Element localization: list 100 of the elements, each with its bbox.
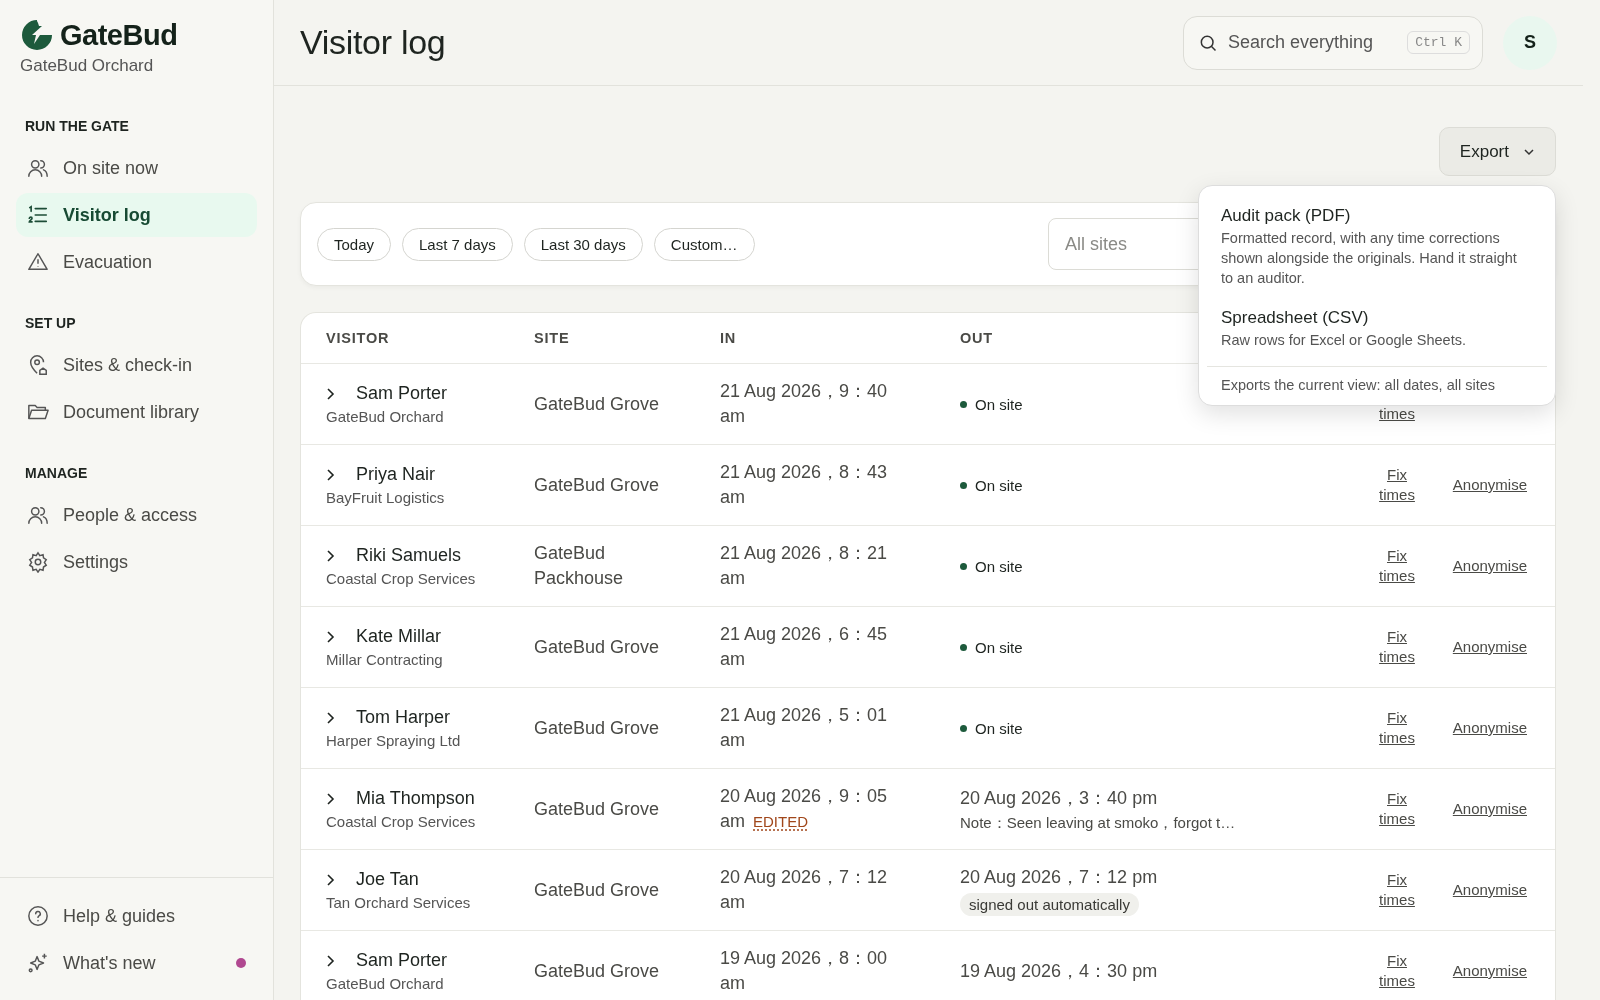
sidebar-item[interactable]: People & access	[16, 493, 257, 537]
export-scope-note: Exports the current view: all dates, all sites	[1220, 376, 1496, 395]
site-name: GateBud Grove	[534, 392, 661, 416]
site-name: GateBud Packhouse	[534, 542, 625, 590]
on-site-status: On site	[960, 719, 1023, 737]
anonymise-link[interactable]: Anonymise	[1452, 718, 1527, 738]
visitor-company: Tan Orchard Services	[326, 894, 472, 911]
sign-out-time: 20 Aug 2026，3：40 pm	[960, 786, 1159, 810]
sidebar-item[interactable]: Help & guides	[16, 894, 257, 938]
section-heading: SET UP	[24, 314, 77, 333]
anonymise-link[interactable]: Anonymise	[1452, 799, 1527, 819]
visitor-name: Joe Tan	[356, 869, 420, 890]
sign-in-time: 20 Aug 2026，7：12 am	[720, 866, 889, 914]
user-avatar[interactable]: S	[1503, 15, 1557, 70]
sign-in-time: 20 Aug 2026，9：05 am EDITED	[720, 785, 889, 833]
caret-icon	[1523, 147, 1535, 156]
sparkle-icon	[27, 952, 49, 974]
expand-chevron-icon[interactable]	[326, 710, 336, 725]
section-heading: MANAGE	[24, 464, 89, 483]
on-site-status: On site	[960, 638, 1023, 656]
visitor-name: Kate Millar	[356, 626, 443, 647]
fix-times-link[interactable]: Fix times	[1376, 546, 1418, 586]
on-site-status: On site	[960, 395, 1023, 413]
anonymise-link[interactable]: Anonymise	[1452, 556, 1527, 576]
visitor-company: Harper Spraying Ltd	[326, 732, 462, 749]
sign-in-time: 21 Aug 2026，9：40 am	[720, 380, 889, 428]
search-field[interactable]: Search everything Ctrl K	[1183, 15, 1483, 70]
expand-chevron-icon[interactable]	[326, 467, 336, 482]
column-header: VISITOR	[326, 330, 390, 346]
visitor-name: Mia Thompson	[356, 788, 476, 809]
expand-chevron-icon[interactable]	[326, 386, 336, 401]
export-button[interactable]: Export	[1438, 127, 1556, 176]
site-name: GateBud Grove	[534, 473, 661, 497]
expand-chevron-icon[interactable]	[326, 953, 336, 968]
fix-times-link[interactable]: Fix times	[1376, 708, 1418, 748]
on-site-status: On site	[960, 476, 1023, 494]
on-site-status: On site	[960, 557, 1023, 575]
date-range-chip[interactable]: Today	[317, 227, 392, 261]
sidebar-item[interactable]: Visitor log	[16, 193, 257, 237]
sidebar-item[interactable]: On site now	[16, 146, 257, 190]
expand-chevron-icon[interactable]	[326, 629, 336, 644]
settings-icon	[27, 551, 49, 573]
fix-times-link[interactable]: Fix times	[1376, 789, 1418, 829]
visitor-name: Priya Nair	[356, 464, 436, 485]
fix-times-link[interactable]: Fix times	[1376, 870, 1418, 910]
shortcut-hint: Ctrl K	[1407, 31, 1470, 54]
date-range-chip[interactable]: Last 30 days	[523, 227, 643, 261]
sign-in-time: 21 Aug 2026，6：45 am	[720, 623, 889, 671]
visitor-company: GateBud Orchard	[326, 408, 445, 425]
visitor-company: Millar Contracting	[326, 651, 444, 668]
sidebar-item[interactable]: Evacuation	[16, 240, 257, 284]
fix-times-link[interactable]: Fix times	[1376, 627, 1418, 667]
column-header: OUT	[960, 330, 993, 346]
visitor-name: Sam Porter	[356, 383, 449, 404]
organisation-name: GateBud Orchard	[20, 56, 154, 76]
fix-times-link[interactable]: Fix times	[1376, 951, 1418, 991]
sidebar-item[interactable]: Settings	[16, 540, 257, 584]
people-icon	[27, 157, 49, 179]
anonymise-link[interactable]: Anonymise	[1452, 637, 1527, 657]
visitor-company: GateBud Orchard	[326, 975, 445, 992]
expand-chevron-icon[interactable]	[326, 872, 336, 887]
sign-out-note: Note：Seen leaving at smoko，forgot t…	[960, 813, 1237, 833]
site-name: GateBud Grove	[534, 716, 661, 740]
page-title: Visitor log	[300, 23, 447, 62]
expand-chevron-icon[interactable]	[326, 548, 336, 563]
sidebar-item[interactable]: What's new	[16, 941, 257, 985]
help-icon	[27, 905, 49, 927]
anonymise-link[interactable]: Anonymise	[1452, 475, 1527, 495]
visitor-name: Sam Porter	[356, 950, 449, 971]
auto-sign-out-tag: signed out automatically	[960, 892, 1139, 916]
site-name: GateBud Grove	[534, 635, 661, 659]
logo-icon	[20, 18, 54, 52]
sign-out-time: 19 Aug 2026，4：30 pm	[960, 960, 1159, 983]
expand-chevron-icon[interactable]	[326, 791, 336, 806]
sidebar-item[interactable]: Document library	[16, 390, 257, 434]
anonymise-link[interactable]: Anonymise	[1452, 880, 1527, 900]
visitor-company: Coastal Crop Services	[326, 813, 477, 830]
sign-in-time: 21 Aug 2026，8：43 am	[720, 461, 889, 509]
export-option[interactable]: Spreadsheet (CSV) Raw rows for Excel or Google Sheets.	[1207, 298, 1547, 360]
visitor-company: Coastal Crop Services	[326, 570, 477, 587]
date-range-chip[interactable]: Last 7 days	[402, 227, 513, 261]
visitor-name: Riki Samuels	[356, 545, 463, 566]
sidebar-item[interactable]: Sites & check-in	[16, 343, 257, 387]
people-icon	[27, 504, 49, 526]
section-heading: RUN THE GATE	[24, 117, 130, 136]
brand-name: GateBud	[60, 18, 178, 52]
location-pin-icon	[27, 354, 49, 376]
fix-times-link[interactable]: Fix times	[1376, 465, 1418, 505]
fix-times-link[interactable]: times	[1376, 404, 1418, 424]
sign-in-time: 21 Aug 2026，8：21 am	[720, 542, 889, 590]
sign-in-time: 19 Aug 2026，8：00 am	[720, 947, 889, 995]
visitor-company: BayFruit Logistics	[326, 489, 446, 506]
anonymise-link[interactable]: Anonymise	[1452, 961, 1527, 981]
date-range-chip[interactable]: Custom…	[653, 227, 755, 261]
site-name: GateBud Grove	[534, 878, 661, 902]
visitor-name: Tom Harper	[356, 707, 452, 728]
sign-in-time: 21 Aug 2026，5：01 am	[720, 704, 889, 752]
warning-icon	[27, 251, 49, 273]
column-header: IN	[720, 330, 737, 346]
site-name: GateBud Grove	[534, 797, 661, 821]
